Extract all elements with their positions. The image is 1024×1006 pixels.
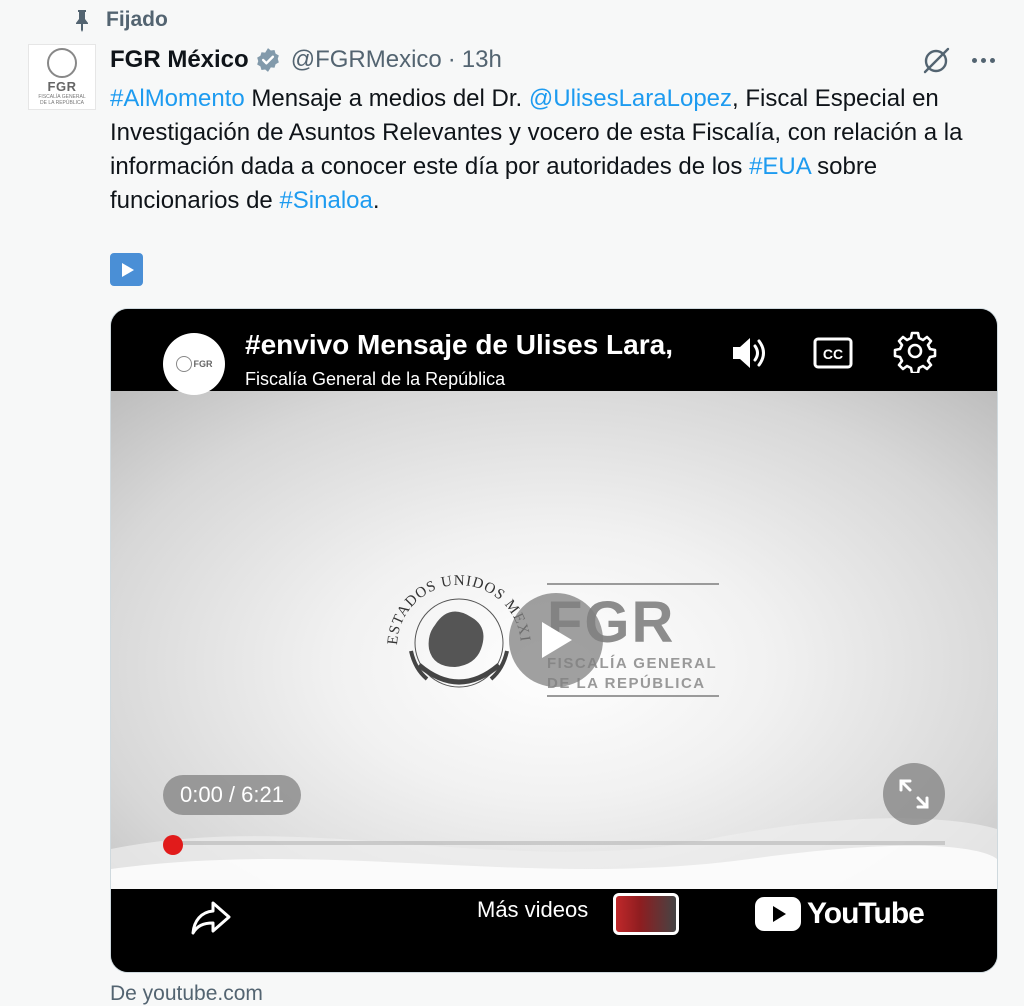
- video-channel[interactable]: Fiscalía General de la República: [245, 369, 505, 390]
- more-dot: [989, 57, 995, 63]
- pinned-label: Fijado: [106, 8, 168, 31]
- author-name[interactable]: FGR México: [110, 46, 249, 74]
- progress-scrubber[interactable]: [163, 835, 183, 855]
- pin-icon: [76, 10, 88, 32]
- pinned-indicator: Fijado: [72, 8, 168, 32]
- seal-icon: [47, 48, 77, 78]
- avatar-label: FGR: [47, 79, 77, 94]
- author-avatar[interactable]: FGR FISCALÍA GENERAL DE LA REPÚBLICA: [28, 44, 96, 110]
- play-button-emoji-icon: [110, 253, 143, 286]
- tweet-time[interactable]: 13h: [462, 46, 502, 74]
- tweet-text-segment: Mensaje a medios del Dr.: [244, 85, 529, 112]
- more-videos-thumbnail[interactable]: [613, 893, 679, 935]
- source-link[interactable]: De youtube.com: [110, 982, 263, 1006]
- share-icon[interactable]: [189, 895, 233, 939]
- hashtag-link[interactable]: #Sinaloa: [279, 187, 372, 214]
- progress-bar[interactable]: [163, 841, 945, 845]
- separator-dot: ·: [447, 46, 456, 73]
- hashtag-link[interactable]: #AlMomento: [110, 85, 245, 112]
- channel-avatar-label: FGR: [193, 359, 213, 369]
- author-handle[interactable]: @FGRMexico: [291, 46, 442, 74]
- seal-icon: [175, 356, 192, 372]
- play-icon: [542, 622, 572, 658]
- captions-icon[interactable]: CC: [811, 331, 855, 375]
- more-videos-label[interactable]: Más videos: [477, 897, 588, 923]
- youtube-embed[interactable]: FGR #envivo Mensaje de Ulises Lara, Fisc…: [110, 308, 998, 973]
- youtube-wordmark: YouTube: [807, 897, 925, 930]
- settings-gear-icon[interactable]: [893, 329, 937, 373]
- more-dot: [971, 57, 977, 63]
- youtube-logo[interactable]: YouTube: [755, 893, 925, 935]
- more-dot: [980, 57, 986, 63]
- fullscreen-button[interactable]: [883, 763, 945, 825]
- grok-icon[interactable]: [920, 44, 952, 76]
- play-button[interactable]: [509, 593, 603, 687]
- tweet-body: #AlMomento Mensaje a medios del Dr. @Uli…: [110, 82, 990, 218]
- logo-rule: [547, 583, 719, 585]
- volume-icon[interactable]: [727, 331, 771, 375]
- hashtag-link[interactable]: #EUA: [749, 153, 810, 180]
- channel-avatar[interactable]: FGR: [163, 333, 225, 395]
- video-title[interactable]: #envivo Mensaje de Ulises Lara,: [245, 329, 685, 361]
- tweet-header: FGR México @FGRMexico · 13h: [110, 44, 502, 76]
- time-display: 0:00 / 6:21: [163, 775, 301, 815]
- svg-text:CC: CC: [823, 346, 843, 362]
- verified-icon: [256, 48, 279, 72]
- logo-rule: [547, 695, 719, 697]
- more-options-button[interactable]: [966, 44, 1000, 76]
- fullscreen-icon: [899, 779, 929, 809]
- youtube-play-icon: [755, 897, 801, 931]
- tweet-text-segment: .: [372, 187, 380, 214]
- mention-link[interactable]: @UlisesLaraLopez: [529, 85, 732, 112]
- avatar-sub: FISCALÍA GENERAL DE LA REPÚBLICA: [38, 94, 86, 106]
